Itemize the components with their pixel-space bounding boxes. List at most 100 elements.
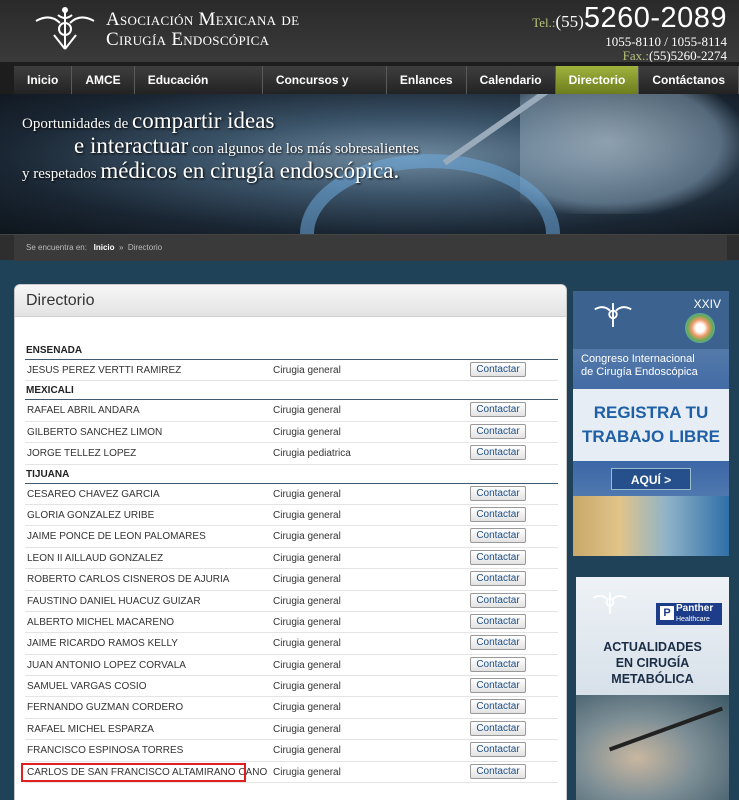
contactar-button[interactable]: Contactar <box>470 571 526 587</box>
doctor-specialty: Cirugia general <box>273 638 341 650</box>
doctor-specialty: Cirugia general <box>273 405 341 417</box>
nav-item-inicio[interactable]: Inicio <box>14 66 73 94</box>
directory-row: LEON II AILLAUD GONZALEZ Cirugia general C… <box>25 548 558 570</box>
contactar-button[interactable]: Contactar <box>470 423 526 439</box>
contactar-button[interactable]: Contactar <box>470 485 526 501</box>
nav-item-concursos[interactable]: Concursos y Becas <box>262 66 387 115</box>
doctor-specialty: Cirugia general <box>273 659 341 671</box>
doctor-name: GLORIA GONZALEZ URIBE <box>27 509 155 521</box>
congreso-cta2: TRABAJO LIBRE <box>582 427 720 446</box>
doctor-specialty: Cirugia general <box>273 723 341 735</box>
contactar-button[interactable]: Contactar <box>470 402 526 418</box>
fax-label: Fax.: <box>622 48 649 63</box>
breadcrumb-home[interactable]: Inicio <box>94 243 115 252</box>
contactar-button[interactable]: Contactar <box>470 445 526 461</box>
directory-panel: Directorio ENSENADA JESUS PEREZ VERTTI RA… <box>14 284 567 800</box>
congreso-aqui-button[interactable]: AQUÍ > <box>611 468 691 490</box>
contactar-button[interactable]: Contactar <box>470 678 526 694</box>
directory-group-header: ENSENADA <box>25 341 558 360</box>
site-name[interactable]: Asociación Mexicana de Cirugía Endoscópi… <box>106 10 299 50</box>
doctor-specialty: Cirugia general <box>273 509 341 521</box>
nav-item-directorio[interactable]: Directorio <box>555 66 640 94</box>
doctor-name: ROBERTO CARLOS CISNEROS DE AJURIA <box>27 574 230 586</box>
nav-item-amce[interactable]: AMCE <box>72 66 135 94</box>
amce-logo-icon[interactable] <box>30 5 100 55</box>
breadcrumb-label: Se encuentra en: <box>26 243 87 252</box>
tel-label: Tel.: <box>532 15 556 30</box>
contactar-button[interactable]: Contactar <box>470 699 526 715</box>
contactar-button[interactable]: Contactar <box>470 742 526 758</box>
metabolica-line3: METABÓLICA <box>611 672 694 686</box>
doctor-name: RAFAEL ABRIL ANDARA <box>27 405 140 417</box>
doctor-name: GILBERTO SANCHEZ LIMON <box>27 426 163 438</box>
doctor-name: JESUS PEREZ VERTTI RAMIREZ <box>27 365 182 376</box>
doctor-specialty: Cirugia general <box>273 365 341 376</box>
doctor-name: SAMUEL VARGAS COSIO <box>27 681 147 693</box>
tel-prefix: (55) <box>555 12 584 31</box>
doctor-specialty: Cirugia general <box>273 531 341 543</box>
directory-row: JORGE TELLEZ LOPEZ Cirugia pediatrica Cont… <box>25 443 558 465</box>
doctor-name: JAIME PONCE DE LEON PALOMARES <box>27 531 206 543</box>
contactar-button[interactable]: Contactar <box>470 613 526 629</box>
page-title: Directorio <box>15 285 566 317</box>
congreso-ad[interactable]: XXIV Congreso Internacional de Cirugía E… <box>573 291 729 556</box>
site-name-line1: Asociación Mexicana de <box>106 9 300 30</box>
congreso-line2: de Cirugía Endoscópica <box>581 366 698 378</box>
contactar-button[interactable]: Contactar <box>470 635 526 651</box>
metabolica-ad[interactable]: Panther Healthcare P ACTUALIDADES EN CIR… <box>576 577 729 800</box>
metabolica-line1: ACTUALIDADES <box>603 640 702 654</box>
contactar-button[interactable]: Contactar <box>470 549 526 565</box>
tagline-1b: compartir ideas <box>131 108 275 133</box>
directory-row: JUAN ANTONIO LOPEZ CORVALA Cirugia genera… <box>25 655 558 677</box>
doctor-name: FAUSTINO DANIEL HUACUZ GUIZAR <box>27 595 201 607</box>
tagline-2b: con algunos de los más sobresalientes <box>188 141 420 157</box>
panther-sub: Healthcare <box>676 616 710 623</box>
contactar-button[interactable]: Contactar <box>470 763 526 779</box>
main-nav-bar: Inicio AMCE Educación Contínua Concursos… <box>0 62 739 115</box>
doctor-specialty: Cirugia general <box>273 681 341 693</box>
doctor-specialty: Cirugia general <box>273 616 341 628</box>
doctor-name: JAIME RICARDO RAMOS KELLY <box>27 638 178 650</box>
directory-row: CARLOS DE SAN FRANCISCO ALTAMIRANO CANO C… <box>21 762 558 784</box>
nav-item-enlances[interactable]: Enlances <box>386 66 467 94</box>
contactar-button[interactable]: Contactar <box>470 592 526 608</box>
congreso-line1: Congreso Internacional <box>581 353 695 365</box>
directory-row: FRANCISCO ESPINOSA TORRES Cirugia general… <box>25 740 558 762</box>
tagline-2a: e interactuar <box>74 133 189 158</box>
panther-p-icon: P <box>660 606 674 620</box>
nav-item-educacion[interactable]: Educación Contínua <box>134 66 263 115</box>
site-header: Asociación Mexicana de Cirugía Endoscópi… <box>0 0 739 63</box>
directory-row: JESUS PEREZ VERTTI RAMIREZ Cirugia genera… <box>25 360 558 382</box>
nav-item-contactanos[interactable]: Contáctanos <box>639 66 739 94</box>
tagline-3a: y respetados <box>22 166 101 182</box>
directory-row: GLORIA GONZALEZ URIBE Cirugia general Cont… <box>25 505 558 527</box>
doctor-name: CESAREO CHAVEZ GARCIA <box>27 488 160 500</box>
site-name-line2: Cirugía Endoscópica <box>106 29 270 50</box>
highlight-box <box>21 762 246 782</box>
contactar-button[interactable]: Contactar <box>470 528 526 544</box>
doctor-name: RAFAEL MICHEL ESPARZA <box>27 723 154 735</box>
fax-number: (55)5260-2274 <box>649 48 727 63</box>
contactar-button[interactable]: Contactar <box>470 656 526 672</box>
metabolica-title: ACTUALIDADES EN CIRUGÍA METABÓLICA <box>576 639 729 687</box>
doctor-specialty: Cirugia general <box>273 766 341 778</box>
nav-item-calendario[interactable]: Calendario <box>466 66 556 94</box>
congreso-title: Congreso Internacional de Cirugía Endosc… <box>581 353 698 379</box>
metabolica-photo <box>576 695 729 800</box>
tagline-3b: médicos <box>100 158 177 183</box>
directory-row: GILBERTO SANCHEZ LIMON Cirugia general Con… <box>25 422 558 444</box>
panther-name: Panther <box>676 603 714 614</box>
contactar-button[interactable]: Contactar <box>470 506 526 522</box>
congreso-edition: XXIV <box>693 297 721 311</box>
contactar-button[interactable]: Contactar <box>470 720 526 736</box>
directory-row: FERNANDO GUZMAN CORDERO Cirugia general Co… <box>25 697 558 719</box>
doctor-name: JUAN ANTONIO LOPEZ CORVALA <box>27 659 186 671</box>
breadcrumb-current: Directorio <box>127 243 163 252</box>
main-nav: Inicio AMCE Educación Contínua Concursos… <box>14 66 739 115</box>
contactar-button[interactable]: Contactar <box>470 362 526 377</box>
amce-logo-small-icon <box>594 303 632 327</box>
doctor-specialty: Cirugia pediatrica <box>273 448 351 460</box>
breadcrumb: Se encuentra en: Inicio » Directorio <box>14 235 727 261</box>
contact-info: Tel.:(55)5260-2089 1055-8110 / 1055-8114… <box>532 2 727 63</box>
doctor-specialty: Cirugia general <box>273 702 341 714</box>
